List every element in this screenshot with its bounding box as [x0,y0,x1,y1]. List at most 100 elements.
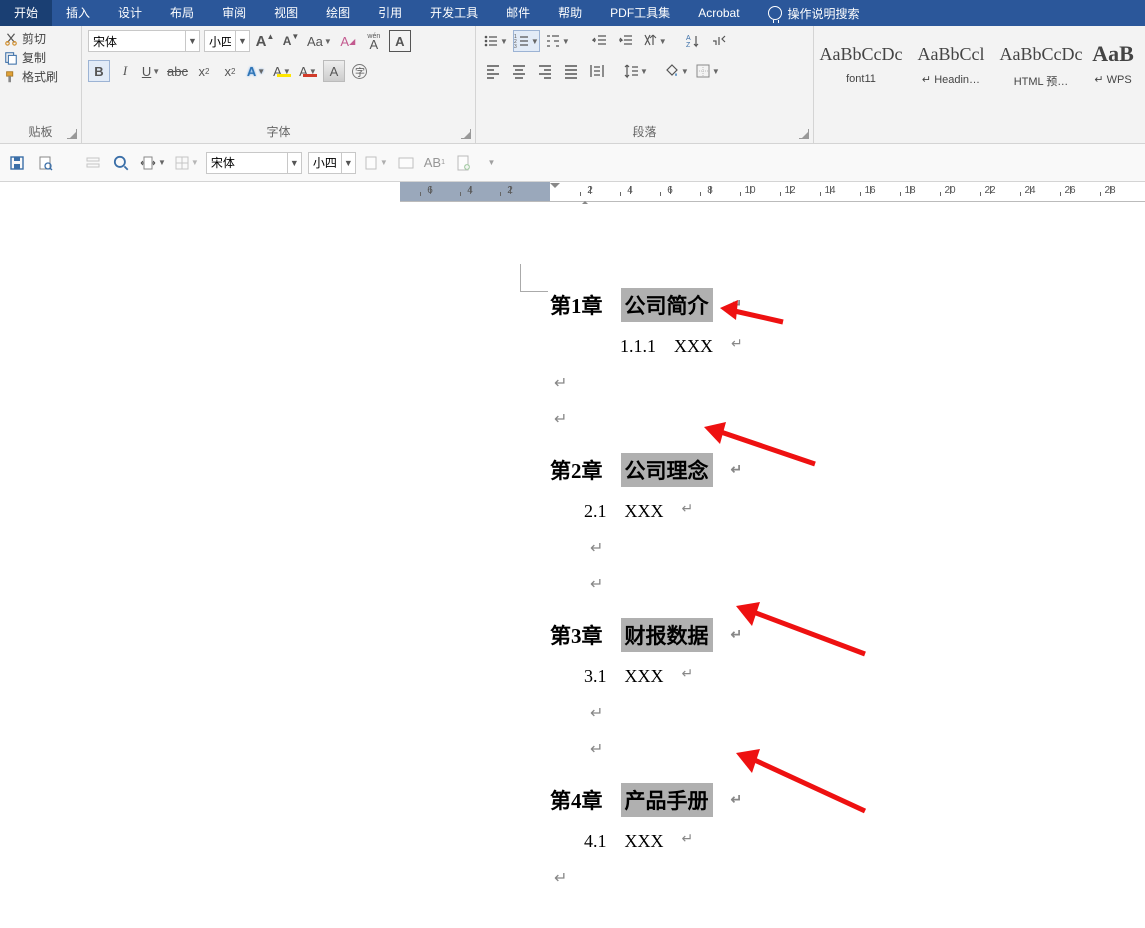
subscript-button[interactable]: x2 [193,60,215,82]
bullets-button[interactable]: ▼ [482,30,509,52]
font-size-combo[interactable]: ▼ [204,30,250,52]
chapter-title: 财报数据 [621,618,713,652]
tab-home[interactable]: 开始 [0,0,52,26]
strikethrough-button[interactable]: abc [166,60,189,82]
empty-paragraph[interactable]: ↵ [550,538,1105,558]
format-painter-button[interactable]: 格式刷 [4,68,77,85]
first-line-indent-marker[interactable] [550,183,560,193]
tab-design[interactable]: 设计 [104,0,156,26]
borders-button[interactable]: ▼ [694,60,721,82]
annotation-arrow-1 [718,300,788,330]
qat-font-family-combo[interactable]: ▼ [206,152,302,174]
character-shading-button[interactable]: A [323,60,345,82]
empty-paragraph[interactable]: ↵ [550,703,1105,723]
shrink-font-button[interactable]: A▼ [280,30,302,52]
qat-font-size-combo[interactable]: ▼ [308,152,356,174]
page-width-button[interactable]: ▼ [138,150,167,176]
enclose-characters-button[interactable]: 字 [349,60,371,82]
show-hide-marks-button[interactable] [708,30,730,52]
increase-indent-button[interactable] [615,30,637,52]
tab-layout[interactable]: 布局 [156,0,208,26]
return-mark-icon: ↵ [682,831,694,852]
header-footer-button[interactable]: AB1 [423,150,446,176]
chevron-down-icon[interactable]: ▼ [287,153,301,173]
document-area[interactable]: 642246810121416182022242628 第1章 公司简介↵ 1.… [400,182,1145,901]
clipboard-dialog-launcher[interactable] [67,129,77,139]
change-case-button[interactable]: Aa▼ [306,30,333,52]
chevron-down-icon[interactable]: ▼ [341,153,355,173]
line-spacing-button[interactable]: ▼ [622,60,649,82]
font-size-input[interactable] [205,34,235,48]
tab-draw[interactable]: 绘图 [312,0,364,26]
distributed-button[interactable] [586,60,608,82]
align-right-button[interactable] [534,60,556,82]
save-button[interactable] [6,150,28,176]
tab-pdf-tools[interactable]: PDF工具集 [596,0,684,26]
empty-paragraph[interactable]: ↵ [550,868,1105,888]
find-button[interactable] [110,150,132,176]
empty-paragraph[interactable]: ↵ [550,574,1105,594]
more-commands-button[interactable]: ▼ [480,150,502,176]
cut-button[interactable]: 剪切 [4,30,77,47]
tab-developer[interactable]: 开发工具 [416,0,492,26]
grow-font-button[interactable]: A▲ [254,30,276,52]
tell-me-search[interactable]: 操作说明搜索 [754,0,874,26]
tab-insert[interactable]: 插入 [52,0,104,26]
copy-button[interactable]: 复制 [4,49,77,66]
tab-mailings[interactable]: 邮件 [492,0,544,26]
bold-button[interactable]: B [88,60,110,82]
subheading-2-1[interactable]: 2.1 XXX↵ [550,501,1105,522]
font-color-button[interactable]: A▼ [297,60,319,82]
shading-button[interactable]: ▼ [663,60,690,82]
insert-row-button[interactable] [82,150,104,176]
qat-font-size-input[interactable] [309,156,341,170]
page-setup-button[interactable]: ▼ [362,150,389,176]
align-left-button[interactable] [482,60,504,82]
subheading-3-1[interactable]: 3.1 XXX↵ [550,666,1105,687]
tab-help[interactable]: 帮助 [544,0,596,26]
style-font11[interactable]: AaBbCcDc font11 [818,32,904,143]
underline-button[interactable]: U▼ [140,60,162,82]
font-family-combo[interactable]: ▼ [88,30,200,52]
one-page-button[interactable] [395,150,417,176]
sort-button[interactable]: AZ [682,30,704,52]
horizontal-ruler[interactable]: 642246810121416182022242628 [400,182,1145,202]
chevron-down-icon[interactable]: ▼ [185,31,199,51]
tab-review[interactable]: 审阅 [208,0,260,26]
empty-paragraph[interactable]: ↵ [550,373,1105,393]
tab-acrobat[interactable]: Acrobat [684,0,753,26]
tab-view[interactable]: 视图 [260,0,312,26]
subheading-1-1[interactable]: 1.1.1 XXX↵ [550,336,1105,357]
subheading-4-1[interactable]: 4.1 XXX↵ [550,831,1105,852]
chevron-down-icon[interactable]: ▼ [235,31,249,51]
italic-button[interactable]: I [114,60,136,82]
print-preview-button[interactable] [34,150,56,176]
character-border-button[interactable]: A [389,30,411,52]
font-family-input[interactable] [89,34,185,48]
empty-paragraph[interactable]: ↵ [550,409,1105,429]
heading-2[interactable]: 第2章 公司理念↵ [550,453,1105,487]
superscript-button[interactable]: x2 [219,60,241,82]
style-heading[interactable]: AaBbCcl ↵ Headin… [908,32,994,143]
style-wps[interactable]: AaB ↵ WPS [1088,32,1138,143]
text-effects-button[interactable]: A▼ [245,60,267,82]
align-center-button[interactable] [508,60,530,82]
numbering-button[interactable]: 123▼ [513,30,540,52]
multilevel-list-button[interactable]: ▼ [544,30,571,52]
table-splitter[interactable]: ▼ [173,150,200,176]
tab-references[interactable]: 引用 [364,0,416,26]
insert-page-button[interactable] [452,150,474,176]
document-page[interactable]: 第1章 公司简介↵ 1.1.1 XXX↵ ↵ ↵ 第2章 公司理念↵ 2.1 X… [400,204,1145,928]
style-html-pre[interactable]: AaBbCcDc HTML 预… [998,32,1084,143]
paragraph-dialog-launcher[interactable] [799,129,809,139]
qat-font-family-input[interactable] [207,156,287,170]
return-mark-icon: ↵ [731,336,743,357]
heading-1[interactable]: 第1章 公司简介↵ [550,288,1105,322]
clear-formatting-button[interactable]: A◢ [337,30,359,52]
align-justify-button[interactable] [560,60,582,82]
asian-layout-button[interactable]: ▼ [641,30,668,52]
phonetic-guide-button[interactable]: wénA [363,30,385,52]
decrease-indent-button[interactable] [589,30,611,52]
highlight-button[interactable]: A▼ [271,60,293,82]
font-dialog-launcher[interactable] [461,129,471,139]
